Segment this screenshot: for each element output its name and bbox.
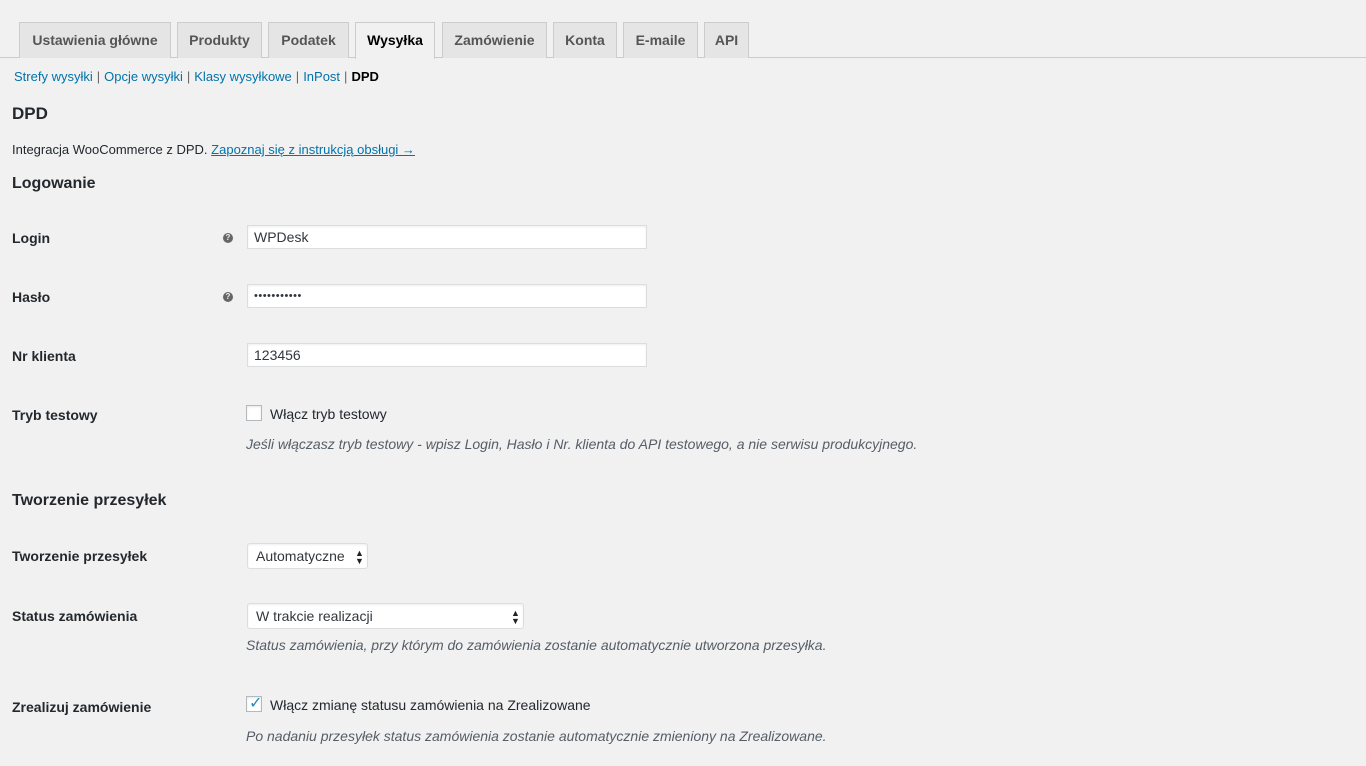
subnav-inpost[interactable]: InPost xyxy=(303,69,340,84)
section-title-shipments: Tworzenie przesyłek xyxy=(12,492,167,509)
test-mode-checkbox-label[interactable]: Włącz tryb testowy xyxy=(270,406,387,422)
order-status-label: Status zamówienia xyxy=(12,608,138,624)
select-arrows-icon: ▲ ▼ xyxy=(511,608,520,626)
subnav-shipping-options[interactable]: Opcje wysyłki xyxy=(104,69,183,84)
complete-order-checkbox[interactable]: ✓ xyxy=(246,695,263,712)
client-number-label: Nr klienta xyxy=(12,348,76,364)
subnav-shipping-zones[interactable]: Strefy wysyłki xyxy=(14,69,93,84)
tab-tax[interactable]: Podatek xyxy=(268,22,349,58)
subnav-separator: | xyxy=(295,69,300,84)
checkmark-icon: ✓ xyxy=(249,695,263,712)
test-mode-checkbox[interactable] xyxy=(246,405,262,421)
tab-shipping[interactable]: Wysyłka xyxy=(355,22,435,59)
test-mode-hint: Jeśli włączasz tryb testowy - wpisz Logi… xyxy=(246,436,918,452)
instructions-link[interactable]: Zapoznaj się z instrukcją obsługi → xyxy=(211,142,415,157)
help-icon[interactable]: ? xyxy=(223,292,233,302)
tab-products[interactable]: Produkty xyxy=(177,22,262,58)
order-status-hint: Status zamówienia, przy którym do zamówi… xyxy=(246,637,827,653)
complete-order-hint: Po nadaniu przesyłek status zamówienia z… xyxy=(246,728,827,744)
create-shipments-label: Tworzenie przesyłek xyxy=(12,548,148,564)
password-input[interactable]: ••••••••••• xyxy=(247,284,647,308)
password-label: Hasło xyxy=(12,289,51,305)
select-arrows-icon: ▲ ▼ xyxy=(355,548,364,566)
login-label: Login xyxy=(12,230,51,246)
integration-description: Integracja WooCommerce z DPD. Zapoznaj s… xyxy=(12,141,415,159)
shipping-subnav: Strefy wysyłki | Opcje wysyłki | Klasy wysył… xyxy=(14,68,379,86)
settings-tabs: Ustawienia główne Produkty Podatek Wysył… xyxy=(0,0,1366,59)
tab-emails[interactable]: E-maile xyxy=(623,22,698,58)
section-title-login: Logowanie xyxy=(12,175,96,192)
page-title: DPD xyxy=(12,104,48,123)
subnav-separator: | xyxy=(186,69,191,84)
subnav-separator: | xyxy=(344,69,348,84)
order-status-select[interactable]: W trakcie realizacji ▲ ▼ xyxy=(247,603,524,629)
create-shipments-select[interactable]: Automatyczne ▲ ▼ xyxy=(247,543,368,569)
subnav-separator: | xyxy=(96,69,101,84)
tab-orders[interactable]: Zamówienie xyxy=(442,22,547,58)
tab-api[interactable]: API xyxy=(704,22,749,58)
subnav-current-dpd: DPD xyxy=(351,69,379,84)
tab-accounts[interactable]: Konta xyxy=(553,22,617,58)
create-shipments-selected: Automatyczne xyxy=(256,548,345,564)
help-icon[interactable]: ? xyxy=(223,233,233,243)
subnav-shipping-classes[interactable]: Klasy wysyłkowe xyxy=(194,69,292,84)
login-input[interactable]: WPDesk xyxy=(247,225,647,249)
order-status-selected: W trakcie realizacji xyxy=(256,608,373,624)
tab-general[interactable]: Ustawienia główne xyxy=(19,22,171,58)
test-mode-label: Tryb testowy xyxy=(12,407,98,423)
description-text: Integracja WooCommerce z DPD. xyxy=(12,142,208,157)
client-number-input[interactable]: 123456 xyxy=(247,343,647,367)
complete-order-checkbox-label[interactable]: Włącz zmianę statusu zamówienia na Zreal… xyxy=(270,697,591,713)
complete-order-label: Zrealizuj zamówienie xyxy=(12,699,152,715)
